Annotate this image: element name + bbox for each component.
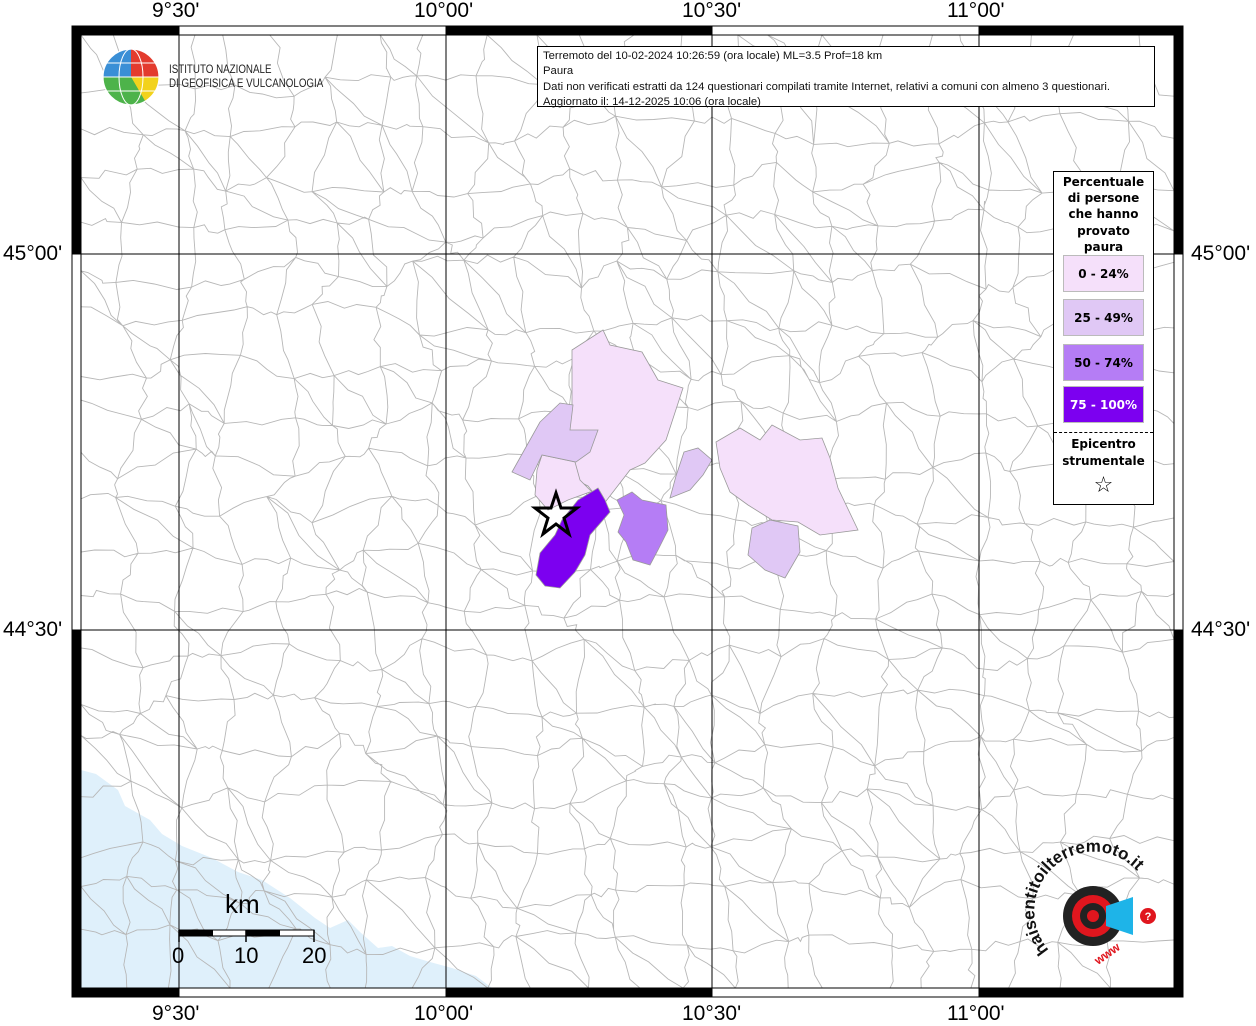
legend-class-75-100: 75 - 100%: [1063, 386, 1144, 423]
lat-label-right-2: 44°30': [1191, 618, 1251, 641]
legend: Percentuale di persone che hanno provato…: [1053, 171, 1154, 505]
scale-tick-0: 0: [172, 943, 185, 968]
legend-epicenter-line: strumentale: [1062, 453, 1145, 468]
lon-label-top-2: 10°00': [414, 0, 474, 22]
legend-class-25-49: 25 - 49%: [1063, 299, 1144, 336]
lat-label-right-1: 45°00': [1191, 242, 1251, 265]
legend-separator: [1054, 432, 1153, 433]
earthquake-felt-map: ? haisentitoilterremoto.it www: [71, 25, 1184, 998]
ingv-line-2: DI GEOFISICA E VULCANOLOGIA: [169, 78, 324, 90]
lon-label-top-1: 9°30': [152, 0, 200, 22]
scale-unit: km: [225, 889, 260, 919]
legend-class-50-74: 50 - 74%: [1063, 344, 1144, 381]
data-source-line: Dati non verificati estratti da 124 ques…: [543, 80, 1111, 93]
legend-title-line: che hanno: [1068, 207, 1139, 222]
lon-label-bottom-1: 9°30': [152, 1002, 200, 1025]
lat-label-left-2: 44°30': [3, 618, 63, 641]
lon-label-bottom-2: 10°00': [414, 1002, 474, 1025]
lon-label-bottom-4: 11°00': [947, 1002, 1005, 1025]
legend-title-line: Percentuale: [1062, 175, 1145, 189]
scale-tick-20: 20: [302, 943, 327, 968]
lon-label-bottom-3: 10°30': [682, 1002, 742, 1025]
svg-text:?: ?: [1145, 911, 1152, 923]
lon-label-top-3: 10°30': [682, 0, 742, 22]
scale-tick-10: 10: [234, 943, 259, 968]
lat-label-left-1: 45°00': [3, 242, 63, 265]
legend-title-line: provato: [1077, 223, 1130, 238]
ingv-logo-icon: [102, 48, 160, 106]
event-line: Terremoto del 10-02-2024 10:26:59 (ora l…: [543, 50, 883, 62]
legend-epicenter-star-icon: ☆: [1093, 473, 1114, 498]
legend-epicenter-line: Epicentro: [1071, 437, 1136, 451]
event-info-box: Terremoto del 10-02-2024 10:26:59 (ora l…: [537, 46, 1155, 108]
legend-epicenter-label: Epicentro strumentale: [1054, 436, 1153, 469]
legend-title-line: di persone: [1067, 191, 1140, 206]
ingv-logo-text: ISTITUTO NAZIONALE DI GEOFISICA E VULCAN…: [169, 63, 323, 91]
legend-class-0-24: 0 - 24%: [1063, 255, 1144, 292]
lon-label-top-4: 11°00': [947, 0, 1005, 22]
updated-line: Aggiornato il: 14-12-2025 10:06 (ora loc…: [543, 95, 761, 108]
parameter-line: Paura: [543, 65, 574, 78]
legend-title-line: paura: [1083, 239, 1124, 254]
ingv-line-1: ISTITUTO NAZIONALE: [169, 64, 272, 76]
legend-title: Percentuale di persone che hanno provato…: [1054, 174, 1153, 255]
